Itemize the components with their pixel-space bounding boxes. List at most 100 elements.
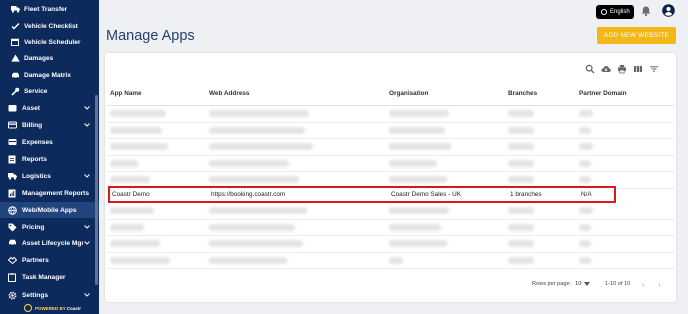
header-organisation[interactable]: Organisation (389, 90, 428, 97)
blurred-cell (110, 110, 166, 117)
blurred-cell (209, 207, 307, 214)
cell-partner-domain: N/A (581, 191, 592, 198)
page-title: Manage Apps (106, 28, 195, 44)
chevron-down-icon (83, 225, 91, 229)
sidebar-item-management-reports[interactable]: Management Reports (0, 185, 99, 201)
cell-app-name: Coastr Demo (112, 191, 150, 198)
blurred-cell (389, 143, 451, 150)
header-web-address[interactable]: Web Address (209, 90, 249, 97)
tag-icon (7, 223, 17, 232)
blurred-cell (579, 256, 591, 264)
blurred-cell (508, 143, 534, 150)
gear-icon (7, 291, 17, 300)
table-row[interactable] (107, 139, 674, 156)
sidebar-item-label: Asset Lifecycle Mgmt (22, 239, 83, 247)
header-partner-domain[interactable]: Partner Domain (579, 90, 627, 97)
chevron-down-icon (83, 241, 91, 245)
blurred-cell (579, 143, 593, 150)
sidebar-item-label: Service (24, 87, 48, 95)
bell-icon[interactable] (640, 5, 652, 17)
filter-icon[interactable] (649, 64, 659, 74)
table-row[interactable] (107, 106, 674, 123)
sidebar-item-label: Reports (22, 155, 47, 163)
sidebar-scrollbar[interactable] (95, 95, 98, 285)
sidebar-item-fleet-transfer[interactable]: Fleet Transfer (0, 1, 99, 17)
chevron-down-icon (83, 123, 91, 127)
prev-page-icon[interactable]: ‹ (642, 280, 645, 289)
sidebar-item-partners[interactable]: Partners (0, 252, 99, 268)
sidebar-item-label: Asset (22, 104, 40, 112)
sidebar-item-pricing[interactable]: Pricing (0, 219, 99, 235)
sidebar-item-vehicle-checklist[interactable]: Vehicle Checklist (0, 18, 99, 34)
sidebar-item-label: Billing (22, 121, 43, 129)
blurred-cell (209, 126, 305, 134)
rows-per-page-select[interactable]: 10 (575, 281, 591, 287)
cell-branches: 1 branches (510, 191, 542, 198)
sidebar-item-damages[interactable]: Damages (0, 50, 99, 66)
sidebar-item-web-mobile-apps[interactable]: Web/Mobile Apps (0, 202, 99, 218)
add-new-website-button[interactable]: ADD NEW WEBSITE (597, 27, 676, 44)
sidebar-item-asset[interactable]: Asset (0, 100, 99, 116)
sidebar-item-service[interactable]: Service (0, 83, 99, 99)
language-label: English (610, 9, 630, 15)
sidebar-item-label: Pricing (22, 223, 45, 231)
chevron-down-icon (83, 293, 91, 297)
sidebar-item-expenses[interactable]: Expenses (0, 134, 99, 150)
sidebar-item-label: Task Manager (22, 273, 66, 281)
sidebar-item-label: Settings (22, 291, 49, 299)
user-icon[interactable] (662, 4, 675, 17)
sidebar-item-reports[interactable]: Reports (0, 151, 99, 167)
language-button[interactable]: English (596, 5, 634, 19)
pagination-range: 1-10 of 10 (605, 281, 631, 287)
blurred-cell (389, 159, 437, 167)
header-branches[interactable]: Branches (508, 90, 537, 97)
lifecycle-icon (7, 239, 17, 248)
sidebar-item-task-manager[interactable]: Task Manager (0, 269, 99, 285)
sidebar: Fleet Transfer Vehicle Checklist Vehicle S… (0, 0, 99, 314)
powered-by-badge: POWERED BY Coastr (24, 303, 81, 313)
cell-organisation: Coastr Demo Sales - UK (391, 191, 461, 198)
cell-web-address: https://booking.coastr.com (211, 191, 286, 198)
table-row[interactable] (107, 236, 674, 253)
chevron-down-icon (83, 174, 91, 178)
apps-table-card: App Name Web Address Organisation Branch… (105, 53, 676, 302)
blurred-cell (209, 223, 295, 231)
blurred-cell (389, 126, 445, 134)
blurred-cell (209, 159, 289, 167)
blurred-cell (579, 207, 593, 214)
table-row[interactable] (107, 253, 674, 269)
print-icon[interactable] (617, 64, 627, 74)
table-row[interactable] (107, 123, 674, 139)
blurred-cell (579, 223, 591, 231)
sidebar-item-label: Logistics (22, 172, 51, 180)
wrench-icon (10, 87, 20, 96)
table-row[interactable] (107, 220, 674, 236)
search-icon[interactable] (585, 64, 595, 74)
sidebar-item-billing[interactable]: Billing (0, 117, 99, 133)
blurred-cell (389, 207, 449, 214)
sidebar-item-label: Vehicle Checklist (24, 22, 78, 30)
blurred-cell (110, 143, 168, 150)
next-page-icon[interactable]: › (658, 280, 661, 289)
blurred-cell (110, 207, 154, 214)
blurred-cell (209, 176, 299, 183)
management-reports-icon (7, 189, 17, 198)
table-row[interactable] (107, 156, 674, 172)
rows-per-page-value: 10 (575, 281, 582, 287)
sidebar-item-logistics[interactable]: Logistics (0, 168, 99, 184)
sidebar-item-damage-matrix[interactable]: Damage Matrix (0, 67, 99, 83)
highlighted-table-row[interactable]: Coastr Demo https://booking.coastr.com C… (108, 186, 616, 203)
cloud-download-icon[interactable] (601, 64, 611, 74)
sidebar-item-label: Fleet Transfer (24, 5, 68, 13)
blurred-cell (389, 240, 447, 247)
sidebar-item-asset-lifecycle-mgmt[interactable]: Asset Lifecycle Mgmt (0, 235, 99, 251)
sidebar-item-vehicle-scheduler[interactable]: Vehicle Scheduler (0, 34, 99, 50)
header-app-name[interactable]: App Name (110, 90, 142, 97)
columns-icon[interactable] (633, 64, 643, 74)
blurred-cell (508, 207, 534, 214)
sidebar-item-settings[interactable]: Settings (0, 287, 99, 303)
table-row[interactable] (107, 203, 674, 220)
reports-icon (7, 155, 17, 164)
blurred-cell (579, 176, 591, 183)
blurred-cell (508, 176, 534, 183)
